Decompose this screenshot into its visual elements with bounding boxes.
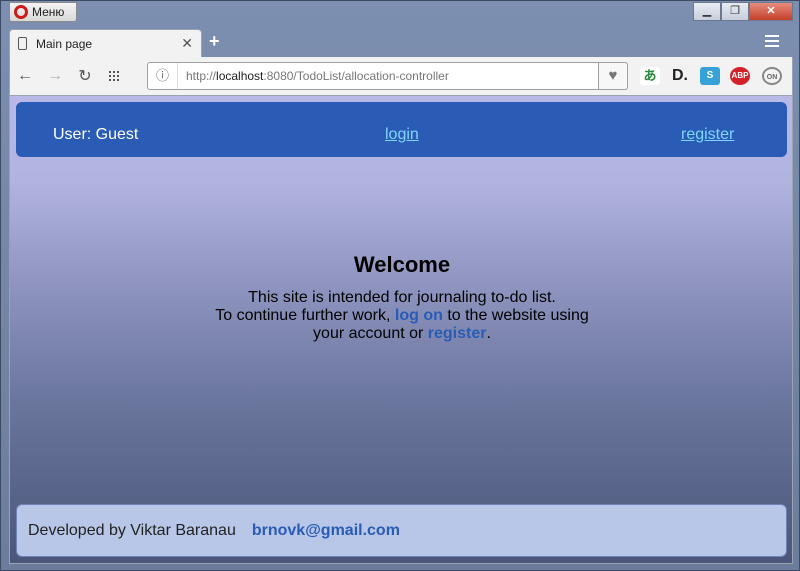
menu-label: Меню (32, 5, 65, 19)
register-link[interactable]: register (681, 126, 734, 144)
window-controls: ▁ ❐ ✕ (693, 2, 793, 21)
adblock-icon[interactable]: ABP (730, 67, 750, 85)
forward-icon[interactable]: → (40, 67, 70, 85)
close-tab-icon[interactable]: ✕ (181, 35, 193, 52)
reload-icon[interactable]: ↻ (70, 66, 100, 86)
d-extension-icon[interactable]: D. (670, 67, 690, 85)
maximize-button[interactable]: ❐ (721, 2, 749, 21)
site-header: User: Guest login register (16, 102, 787, 157)
opera-menu-button[interactable]: Меню (9, 2, 77, 22)
browser-window: Меню ▁ ❐ ✕ Main page ✕ + ← → ↻ ⓘ http://… (0, 0, 800, 571)
window-close-button[interactable]: ✕ (749, 2, 793, 21)
intro-line-2: To continue further work, log on to the … (215, 307, 589, 324)
tab-strip: Main page ✕ + (9, 27, 793, 57)
translate-icon[interactable]: あ (640, 67, 660, 85)
developer-credit: Developed by Viktar Baranau (28, 521, 236, 539)
intro-line-3: your account or register. (313, 325, 491, 342)
tab-menu-icon[interactable] (765, 35, 779, 47)
log-on-link[interactable]: log on (395, 307, 443, 324)
url-text[interactable]: http://localhost:8080/TodoList/allocatio… (178, 69, 449, 83)
tab-title: Main page (36, 36, 93, 51)
document-icon (18, 37, 27, 50)
register-body-link[interactable]: register (428, 325, 487, 342)
new-tab-icon[interactable]: + (209, 31, 220, 52)
minimize-button[interactable]: ▁ (693, 2, 721, 21)
s-extension-icon[interactable]: S (700, 67, 720, 85)
developer-email[interactable]: brnovk@gmail.com (252, 522, 400, 540)
site-footer: Developed by Viktar Baranau brnovk@gmail… (16, 504, 787, 557)
address-bar[interactable]: ⓘ http://localhost:8080/TodoList/allocat… (147, 62, 628, 90)
bookmark-heart-icon[interactable]: ♥ (598, 62, 628, 90)
page-title: Welcome (353, 252, 451, 277)
speed-dial-icon[interactable] (108, 70, 120, 82)
intro-line-1: This site is intended for journaling to-… (248, 289, 556, 306)
user-status: User: Guest (53, 126, 139, 143)
on-extension-icon[interactable]: ON (762, 67, 782, 85)
browser-toolbar: ← → ↻ ⓘ http://localhost:8080/TodoList/a… (9, 57, 793, 95)
opera-logo-icon (14, 5, 28, 19)
site-info-icon[interactable]: ⓘ (148, 63, 178, 89)
back-icon[interactable]: ← (10, 67, 40, 85)
intro-text: This site is intended for journaling to-… (10, 289, 794, 343)
tab-main-page[interactable]: Main page ✕ (9, 29, 202, 57)
page-content: User: Guest login register Welcome This … (9, 95, 793, 564)
login-link[interactable]: login (385, 126, 419, 144)
